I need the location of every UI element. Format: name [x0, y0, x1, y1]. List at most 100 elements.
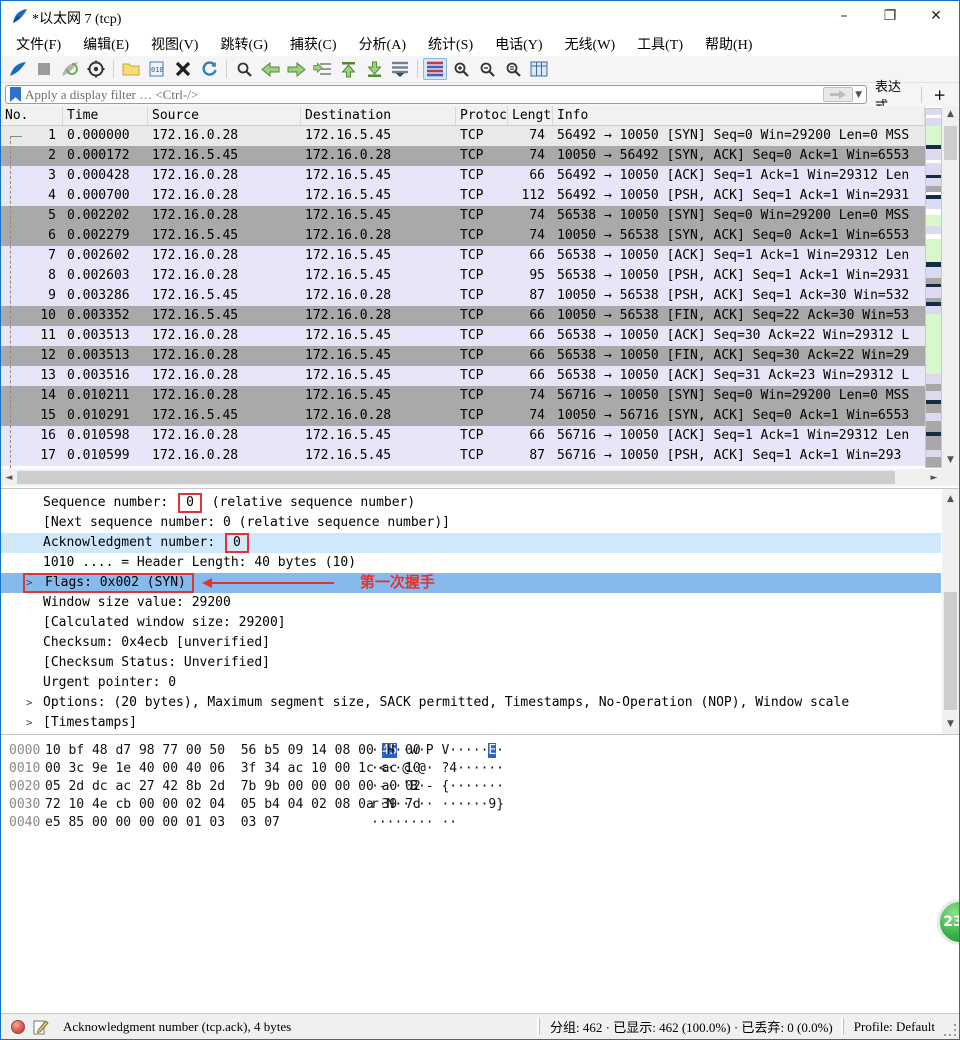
intelligent-scrollbar-minimap[interactable]: [925, 108, 942, 468]
column-header-destination[interactable]: Destination: [301, 106, 456, 125]
packet-row-8[interactable]: 8 0.002603 172.16.0.28 172.16.5.45 TCP 95 5653…: [1, 266, 925, 286]
profile-status[interactable]: Profile: Default: [842, 1017, 945, 1036]
detail-row-11[interactable]: > [Timestamps]: [1, 713, 941, 733]
expert-info-icon[interactable]: [11, 1019, 25, 1034]
menu-统计S[interactable]: 统计(S): [417, 31, 484, 57]
scroll-left-icon[interactable]: ◄: [1, 469, 17, 486]
detail-row-3[interactable]: 1010 .... = Header Length: 40 bytes (10): [1, 553, 941, 573]
expander-icon[interactable]: >: [26, 713, 33, 733]
packet-list-header[interactable]: No.TimeSourceDestinationProtocolLengthIn…: [1, 106, 925, 126]
hex-row-0010[interactable]: 0010 00 3c 9e 1e 40 00 40 06 3f 34 ac 10 …: [1, 760, 504, 778]
detail-row-5[interactable]: Window size value: 29200: [1, 593, 941, 613]
stop-capture-icon[interactable]: [32, 58, 56, 80]
column-header-info[interactable]: Info: [553, 106, 925, 125]
detail-row-6[interactable]: [Calculated window size: 29200]: [1, 613, 941, 633]
menu-工具T[interactable]: 工具(T): [626, 31, 694, 57]
go-back-icon[interactable]: [258, 58, 282, 80]
menu-文件F[interactable]: 文件(F): [5, 31, 72, 57]
menu-分析A[interactable]: 分析(A): [348, 31, 417, 57]
close-button[interactable]: ✕: [913, 1, 959, 31]
go-to-packet-icon[interactable]: [310, 58, 334, 80]
packet-row-7[interactable]: 7 0.002602 172.16.0.28 172.16.5.45 TCP 66 5653…: [1, 246, 925, 266]
hex-row-0000[interactable]: 0000 10 bf 48 d7 98 77 00 50 56 b5 09 14 …: [1, 742, 504, 760]
expander-icon[interactable]: >: [26, 573, 33, 593]
detail-row-7[interactable]: Checksum: 0x4ecb [unverified]: [1, 633, 941, 653]
column-header-time[interactable]: Time: [63, 106, 148, 125]
reload-icon[interactable]: [197, 58, 221, 80]
packet-row-5[interactable]: 5 0.002202 172.16.0.28 172.16.5.45 TCP 74 5653…: [1, 206, 925, 226]
auto-scroll-icon[interactable]: [388, 58, 412, 80]
scroll-up-icon[interactable]: ▲: [942, 491, 959, 507]
menu-帮助H[interactable]: 帮助(H): [694, 31, 763, 57]
menu-编辑E[interactable]: 编辑(E): [72, 31, 140, 57]
display-filter-box[interactable]: ▼: [5, 85, 867, 104]
start-capture-icon[interactable]: [6, 58, 30, 80]
scroll-up-icon[interactable]: ▲: [942, 106, 959, 122]
expander-icon[interactable]: >: [26, 693, 33, 713]
menu-跳转G[interactable]: 跳转(G): [209, 31, 278, 57]
packet-row-15[interactable]: 15 0.010291 172.16.5.45 172.16.0.28 TCP 74 100…: [1, 406, 925, 426]
column-header-source[interactable]: Source: [148, 106, 301, 125]
packet-row-11[interactable]: 11 0.003513 172.16.0.28 172.16.5.45 TCP 66 565…: [1, 326, 925, 346]
menu-视图V[interactable]: 视图(V): [140, 31, 209, 57]
packet-row-14[interactable]: 14 0.010211 172.16.0.28 172.16.5.45 TCP 74 567…: [1, 386, 925, 406]
detail-row-8[interactable]: [Checksum Status: Unverified]: [1, 653, 941, 673]
filter-dropdown-caret[interactable]: ▼: [855, 90, 862, 100]
resize-grip[interactable]: [944, 1014, 959, 1039]
colorize-icon[interactable]: [423, 58, 447, 80]
packet-row-12[interactable]: 12 0.003513 172.16.0.28 172.16.5.45 TCP 66 565…: [1, 346, 925, 366]
zoom-normal-icon[interactable]: [501, 58, 525, 80]
zoom-in-icon[interactable]: [449, 58, 473, 80]
zoom-out-icon[interactable]: [475, 58, 499, 80]
detail-row-2[interactable]: Acknowledgment number: 0: [1, 533, 941, 553]
detail-row-4[interactable]: > Flags: 0x002 (SYN) 第一次握手: [1, 573, 941, 593]
add-filter-button[interactable]: +: [924, 86, 955, 104]
close-file-icon[interactable]: [171, 58, 195, 80]
packet-row-13[interactable]: 13 0.003516 172.16.0.28 172.16.5.45 TCP 66 565…: [1, 366, 925, 386]
display-filter-input[interactable]: [25, 86, 824, 103]
packet-row-2[interactable]: 2 0.000172 172.16.5.45 172.16.0.28 TCP 74 1005…: [1, 146, 925, 166]
packet-row-9[interactable]: 9 0.003286 172.16.5.45 172.16.0.28 TCP 87 1005…: [1, 286, 925, 306]
open-file-icon[interactable]: [119, 58, 143, 80]
packet-row-3[interactable]: 3 0.000428 172.16.0.28 172.16.5.45 TCP 66 5649…: [1, 166, 925, 186]
detail-row-9[interactable]: Urgent pointer: 0: [1, 673, 941, 693]
hex-row-0040[interactable]: 0040 e5 85 00 00 00 00 01 03 03 07 ······…: [1, 814, 504, 832]
menu-无线W[interactable]: 无线(W): [554, 31, 627, 57]
details-vertical-scrollbar[interactable]: ▲ ▼: [942, 489, 959, 734]
packet-row-1[interactable]: 1 0.000000 172.16.0.28 172.16.5.45 TCP 74 5649…: [1, 126, 925, 146]
hex-row-0030[interactable]: 0030 72 10 4e cb 00 00 02 04 05 b4 04 02 …: [1, 796, 504, 814]
go-forward-icon[interactable]: [284, 58, 308, 80]
packet-list-horizontal-scrollbar[interactable]: ◄ ►: [1, 469, 942, 486]
menu-电话Y[interactable]: 电话(Y): [484, 31, 553, 57]
hex-row-0020[interactable]: 0020 05 2d dc ac 27 42 8b 2d 7b 9b 00 00 …: [1, 778, 504, 796]
minimize-button[interactable]: –: [821, 1, 867, 31]
scrollbar-thumb[interactable]: [17, 471, 895, 484]
scrollbar-thumb[interactable]: [944, 592, 957, 710]
scroll-right-icon[interactable]: ►: [926, 469, 942, 486]
restart-capture-icon[interactable]: [58, 58, 82, 80]
bookmark-icon[interactable]: [10, 87, 21, 102]
column-header-no[interactable]: No.: [1, 106, 63, 125]
packet-row-17[interactable]: 17 0.010599 172.16.0.28 172.16.5.45 TCP 87 567…: [1, 446, 925, 466]
find-packet-icon[interactable]: [232, 58, 256, 80]
resize-columns-icon[interactable]: [527, 58, 551, 80]
packet-row-10[interactable]: 10 0.003352 172.16.5.45 172.16.0.28 TCP 66 100…: [1, 306, 925, 326]
packet-row-16[interactable]: 16 0.010598 172.16.0.28 172.16.5.45 TCP 66 567…: [1, 426, 925, 446]
capture-comment-icon[interactable]: [33, 1019, 49, 1035]
detail-row-0[interactable]: Sequence number: 0 (relative sequence nu…: [1, 493, 941, 513]
capture-options-icon[interactable]: [84, 58, 108, 80]
packet-row-6[interactable]: 6 0.002279 172.16.5.45 172.16.0.28 TCP 74 1005…: [1, 226, 925, 246]
column-header-length[interactable]: Length: [508, 106, 553, 125]
scroll-down-icon[interactable]: ▼: [942, 716, 959, 732]
apply-filter-button[interactable]: [823, 87, 854, 102]
go-bottom-icon[interactable]: [362, 58, 386, 80]
packet-row-4[interactable]: 4 0.000700 172.16.0.28 172.16.5.45 TCP 112 564…: [1, 186, 925, 206]
detail-row-1[interactable]: [Next sequence number: 0 (relative seque…: [1, 513, 941, 533]
menu-捕获C[interactable]: 捕获(C): [279, 31, 348, 57]
scroll-down-icon[interactable]: ▼: [942, 452, 959, 468]
column-header-protocol[interactable]: Protocol: [456, 106, 508, 125]
detail-row-10[interactable]: > Options: (20 bytes), Maximum segment si…: [1, 693, 941, 713]
save-file-icon[interactable]: 010: [145, 58, 169, 80]
scrollbar-thumb[interactable]: [944, 126, 957, 160]
go-top-icon[interactable]: [336, 58, 360, 80]
